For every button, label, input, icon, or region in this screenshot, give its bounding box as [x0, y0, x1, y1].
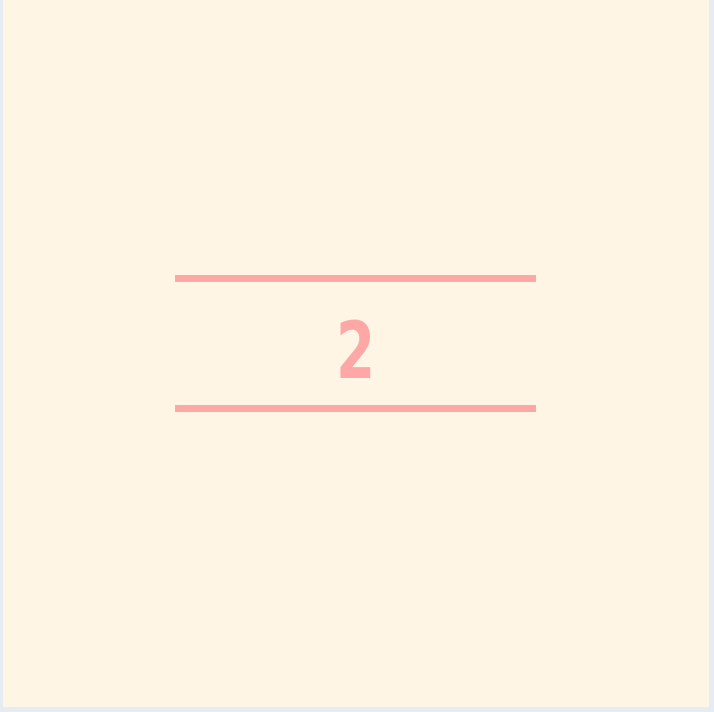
card-number: 2: [335, 307, 376, 397]
bottom-divider: [175, 405, 536, 412]
card-frame: 2: [3, 0, 709, 707]
top-divider: [175, 275, 536, 282]
